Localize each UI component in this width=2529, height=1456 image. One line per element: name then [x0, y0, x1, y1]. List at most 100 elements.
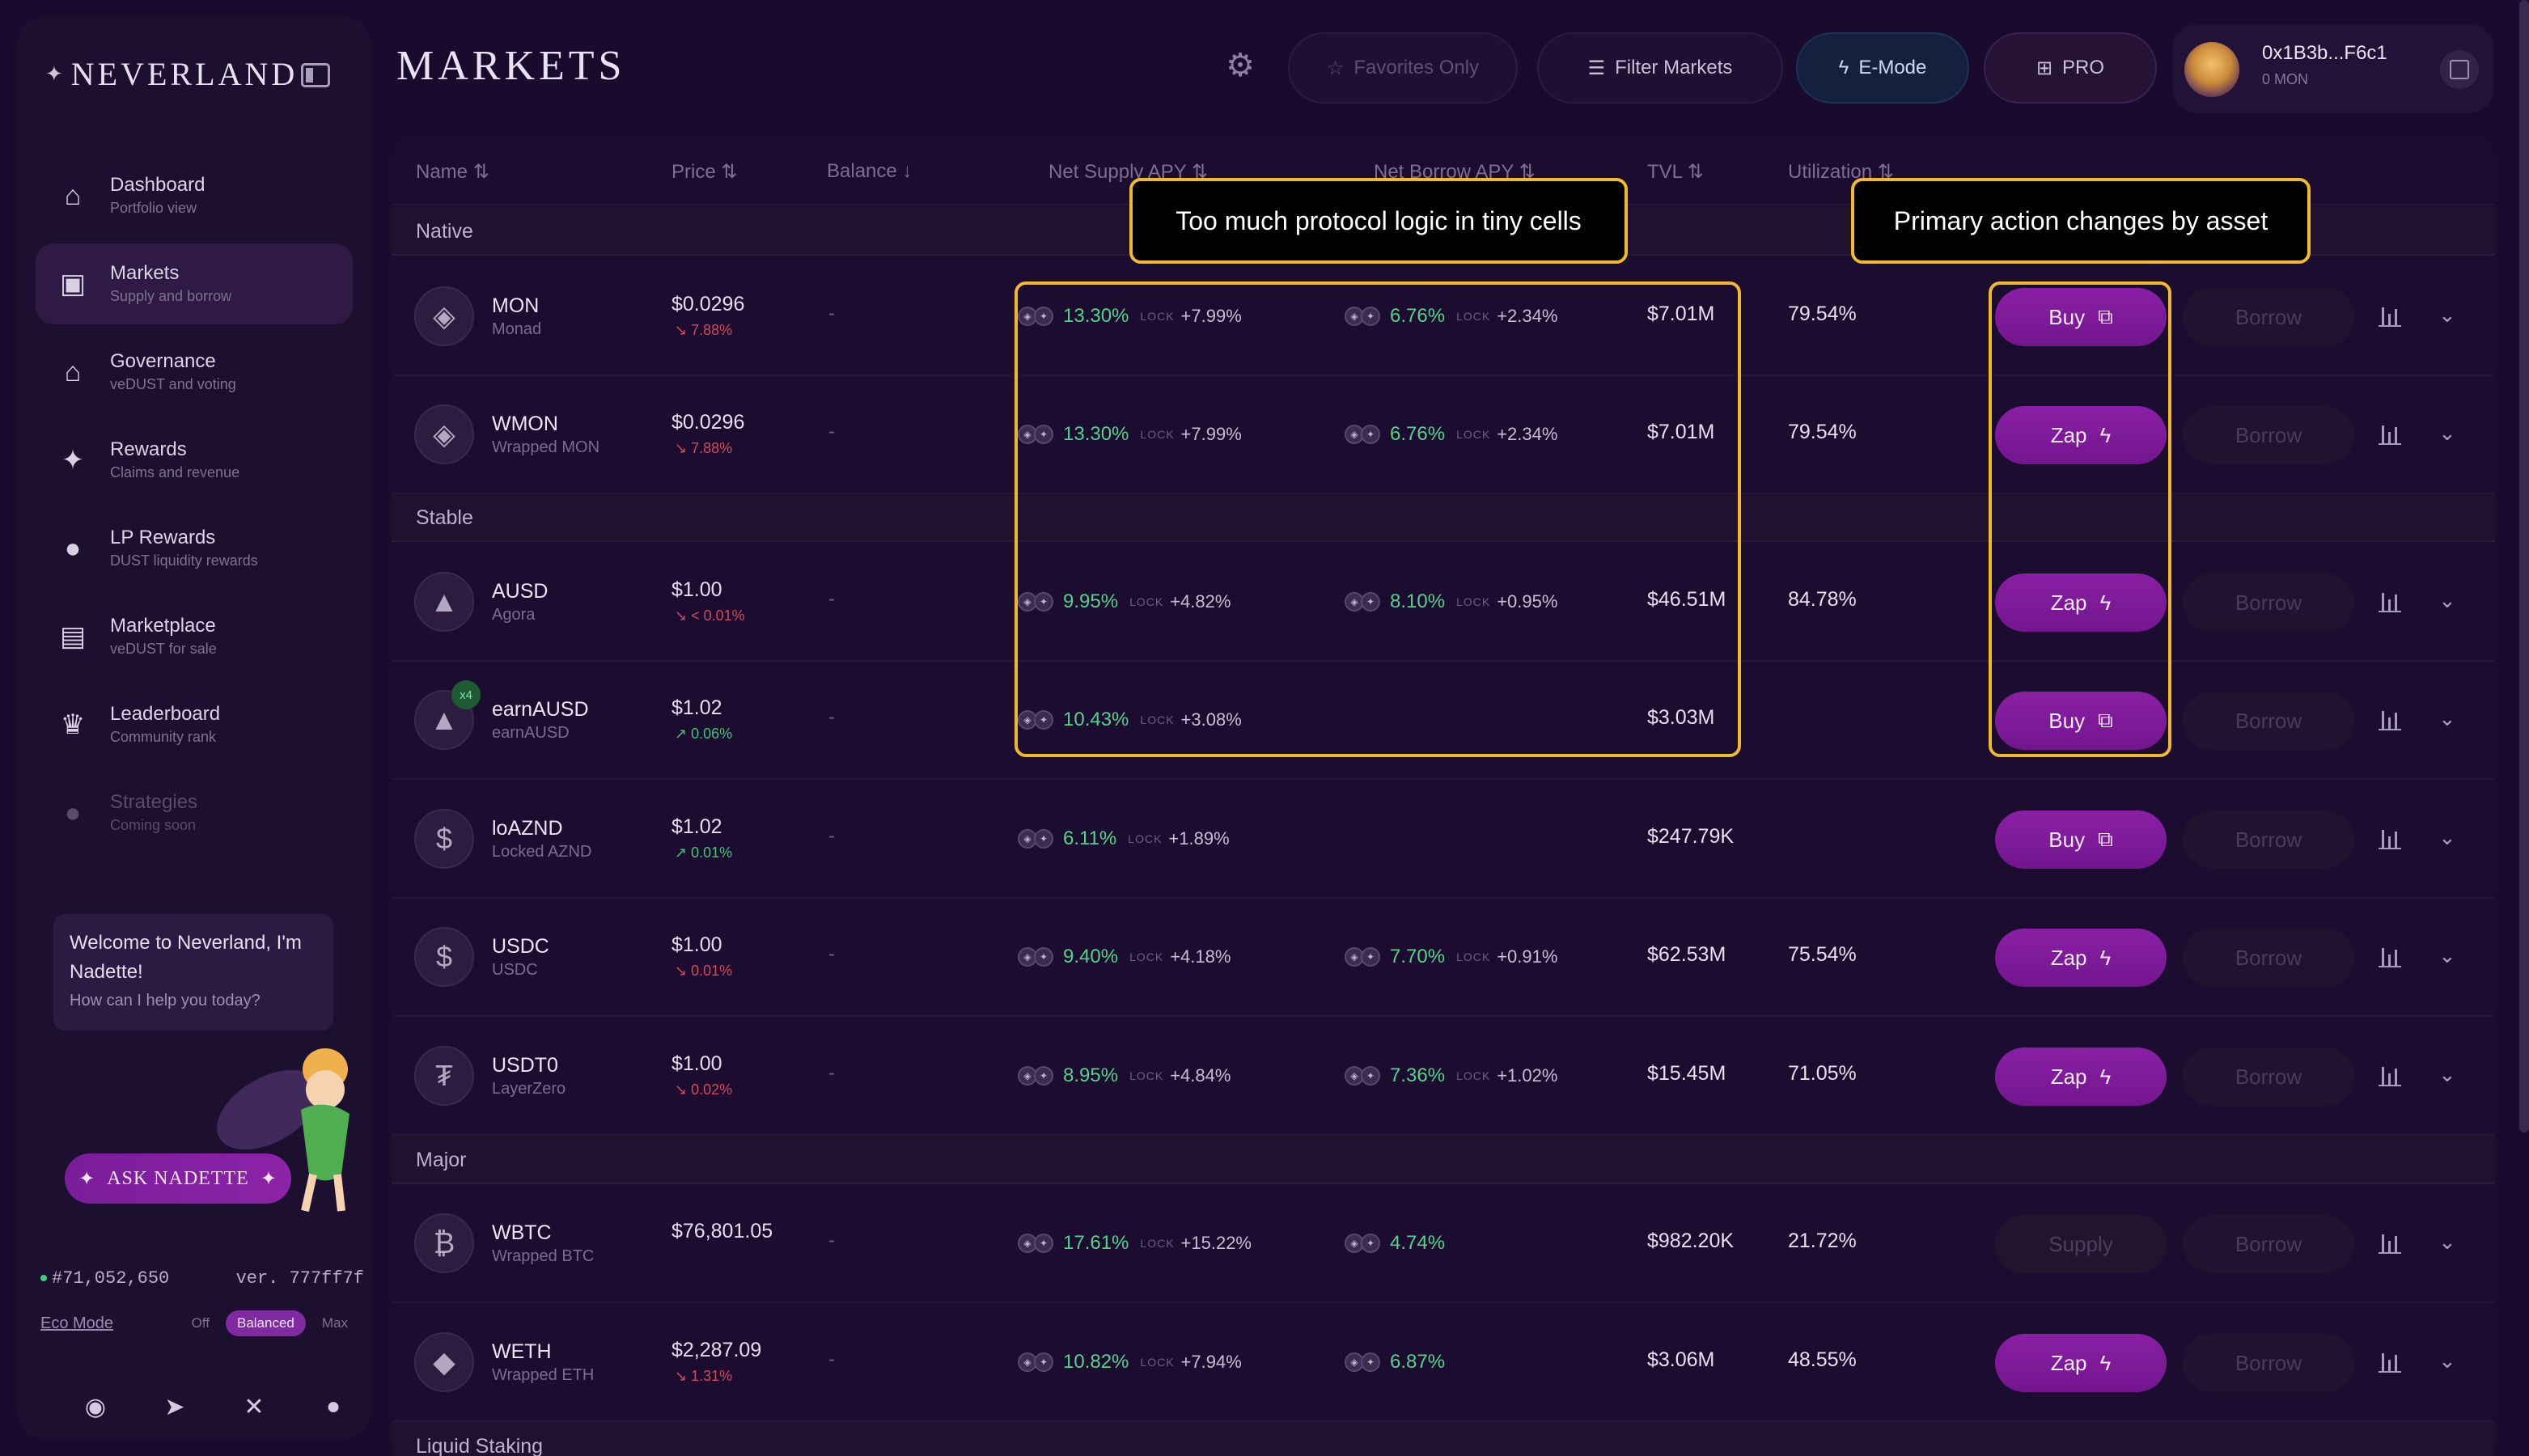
plus-icon: ✦ [1361, 1234, 1380, 1253]
asset-logo-icon: ◈ [414, 286, 474, 346]
table-row[interactable]: $ loAZND Locked AZND $1.02 ↗ 0.01% - ◈ ✦ 6.11% LO… [392, 780, 2495, 899]
plus-icon: ✦ [1034, 1066, 1053, 1086]
bar-chart-icon[interactable] [2377, 303, 2403, 328]
chevron-down-icon[interactable]: ⌄ [2438, 1348, 2456, 1373]
table-row[interactable]: $ USDC USDC $1.00 ↘ 0.01% - ◈ ✦ 9.40% LOCK +4.18% ◈… [392, 898, 2495, 1017]
apy-value: 4.74% [1390, 1232, 1446, 1254]
apy-value: 7.70% [1390, 946, 1446, 967]
page-title: Markets [396, 43, 626, 89]
external-link-icon: ⧉ [2098, 827, 2113, 851]
emode-button[interactable]: ϟ E-Mode [1796, 32, 1969, 104]
lock-bonus: +0.91% [1497, 946, 1558, 967]
plus-icon: ✦ [1034, 829, 1053, 849]
utilization-value: 79.54% [1788, 421, 1857, 443]
asset-name: earnAUSD [492, 724, 570, 742]
utilization-value: 75.54% [1788, 943, 1857, 966]
shopping-bag-icon: ▣ [59, 269, 87, 299]
eco-mode-toggle[interactable]: Off Balanced Max [184, 1310, 356, 1336]
zap-button[interactable]: Zap ϟ [1995, 929, 2167, 987]
bar-chart-icon[interactable] [2377, 588, 2403, 614]
column-price[interactable]: Price ⇅ [671, 160, 737, 184]
column-balance[interactable]: Balance ↓ [827, 160, 912, 183]
chevron-down-icon[interactable]: ⌄ [2438, 303, 2456, 328]
bar-chart-icon[interactable] [2377, 1230, 2403, 1255]
buy-button[interactable]: Buy ⧉ [1995, 811, 2167, 869]
borrow-button: Borrow [2183, 929, 2354, 987]
bar-chart-icon[interactable] [2377, 1348, 2403, 1374]
bar-chart-icon[interactable] [2377, 825, 2403, 851]
chevron-down-icon[interactable]: ⌄ [2438, 421, 2456, 446]
pro-mode-button[interactable]: ⊞ PRO [1984, 32, 2157, 104]
sidebar-item-rewards[interactable]: ✦ Rewards Claims and revenue [36, 420, 353, 501]
version-label: ver. 777ff7f [235, 1268, 364, 1289]
sidebar-item-markets[interactable]: ▣ Markets Supply and borrow [36, 243, 353, 324]
favorites-only-button[interactable]: ☆ Favorites Only [1288, 32, 1518, 104]
price-value: $1.00 [671, 933, 722, 956]
pro-label: PRO [2062, 57, 2105, 78]
sidebar-item-governance[interactable]: ⌂ Governance veDUST and voting [36, 332, 353, 413]
scrollbar[interactable] [2519, 0, 2529, 1132]
sidebar-item-marketplace[interactable]: ▤ Marketplace veDUST for sale [36, 596, 353, 677]
sidebar-item-dashboard[interactable]: ⌂ Dashboard Portfolio view [36, 155, 353, 236]
price-change: ↘ 7.88% [675, 322, 733, 338]
ask-nadette-button[interactable]: ✦ Ask Nadette ✦ [65, 1153, 291, 1204]
net-supply-apy: ◈ ✦ 17.61% LOCK +15.22% [1018, 1223, 1252, 1263]
apy-value: 8.95% [1063, 1064, 1119, 1086]
utilization-value: 21.72% [1788, 1230, 1857, 1252]
eco-option-off[interactable]: Off [184, 1310, 218, 1336]
callout-primary-action: Primary action changes by asset [1851, 178, 2311, 264]
eco-mode-label[interactable]: Eco Mode [40, 1314, 184, 1333]
gear-icon[interactable]: ⚙ [1222, 47, 1259, 84]
github-icon[interactable]: ● [319, 1393, 348, 1421]
bar-chart-icon[interactable] [2377, 1062, 2403, 1088]
chevron-down-icon[interactable]: ⌄ [2438, 825, 2456, 850]
eco-option-max[interactable]: Max [314, 1310, 356, 1336]
chevron-down-icon[interactable]: ⌄ [2438, 943, 2456, 968]
sidebar-collapse-icon[interactable] [301, 63, 330, 87]
utilization-value: 84.78% [1788, 588, 1857, 611]
panel-toggle-icon[interactable] [2440, 50, 2479, 89]
column-name[interactable]: Name ⇅ [416, 160, 489, 184]
net-borrow-apy: ◈ ✦ 4.74% [1345, 1223, 1445, 1263]
bar-chart-icon[interactable] [2377, 706, 2403, 732]
zap-button[interactable]: Zap ϟ [1995, 1334, 2167, 1392]
chevron-down-icon[interactable]: ⌄ [2438, 1062, 2456, 1087]
price-value: $1.02 [671, 815, 722, 838]
x-icon[interactable]: ✕ [239, 1393, 269, 1421]
plus-icon: ✦ [1034, 1352, 1053, 1372]
chevron-down-icon[interactable]: ⌄ [2438, 706, 2456, 731]
brand-logo[interactable]: ✦ Neverland [45, 55, 298, 93]
chevron-down-icon[interactable]: ⌄ [2438, 1230, 2456, 1255]
filter-markets-button[interactable]: ☰ Filter Markets [1537, 32, 1783, 104]
asset-logo-icon: ₿ [414, 1213, 474, 1273]
price-value: $0.0296 [671, 293, 745, 315]
telegram-icon[interactable]: ➤ [160, 1393, 189, 1421]
discord-icon[interactable]: ◉ [81, 1393, 110, 1421]
zap-button[interactable]: Zap ϟ [1995, 1048, 2167, 1106]
apy-token-icons: ◈ ✦ [1345, 947, 1380, 967]
eco-option-balanced[interactable]: Balanced [225, 1310, 306, 1336]
table-row[interactable]: ◆ WETH Wrapped ETH $2,287.09 ↘ 1.31% - ◈ ✦ 10.82… [392, 1303, 2495, 1422]
brand-name: Neverland [70, 56, 299, 92]
sidebar-item-lp-rewards[interactable]: ● LP Rewards DUST liquidity rewards [36, 508, 353, 589]
asset-name: Wrapped MON [492, 438, 600, 456]
asset-logo-icon: ◈ [414, 404, 474, 464]
bar-chart-icon[interactable] [2377, 421, 2403, 447]
net-supply-apy: ◈ ✦ 8.95% LOCK +4.84% [1018, 1056, 1231, 1096]
sidebar-item-sub: Community rank [110, 729, 217, 745]
borrow-button: Borrow [2183, 692, 2354, 750]
balance-value: - [828, 588, 835, 610]
table-row[interactable]: ₿ WBTC Wrapped BTC $76,801.05 - ◈ ✦ 17.61% LOCK +… [392, 1184, 2495, 1303]
asset-logo-icon: ▲ [414, 572, 474, 632]
table-row[interactable]: ₮ USDT0 LayerZero $1.00 ↘ 0.02% - ◈ ✦ 8.95% LOCK +… [392, 1017, 2495, 1136]
net-borrow-apy: ◈ ✦ 7.36% LOCK +1.02% [1345, 1056, 1557, 1096]
bar-chart-icon[interactable] [2377, 943, 2403, 969]
column-tvl[interactable]: TVL ⇅ [1647, 160, 1704, 184]
wallet-button[interactable]: 0x1B3b...F6c1 0 MON [2173, 24, 2493, 113]
apy-token-icons: ◈ ✦ [1345, 1234, 1380, 1253]
utilization-value: 48.55% [1788, 1348, 1857, 1371]
chevron-down-icon[interactable]: ⌄ [2438, 588, 2456, 613]
sidebar-item-leaderboard[interactable]: ♛ Leaderboard Community rank [36, 684, 353, 765]
lock-label: LOCK [1129, 1069, 1164, 1082]
price-value: $1.02 [671, 696, 722, 719]
